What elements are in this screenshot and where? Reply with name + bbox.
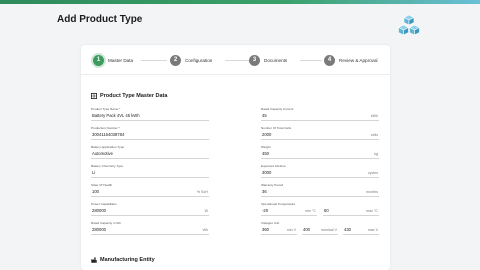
field-unit: nominal V xyxy=(321,228,337,232)
operational-temperature-max-input[interactable]: 60 max °C xyxy=(323,206,379,216)
warranty-period-field: Warranty Period 36 months xyxy=(261,183,379,198)
step-documents[interactable]: 3 Documents xyxy=(249,54,287,66)
step-number: 2 xyxy=(170,54,181,66)
voltage-max-input[interactable]: 430 max V xyxy=(343,225,379,235)
field-value: 30041164038784 xyxy=(92,132,125,137)
wizard-stepper: 1 Master Data 2 Configuration 3 Document… xyxy=(81,45,390,75)
voltages-unit-field: Voltages Unit 360 min V 400 nominal V 43… xyxy=(261,221,379,236)
battery-chemistry-type-input[interactable]: Li xyxy=(91,168,209,178)
step-configuration[interactable]: 2 Configuration xyxy=(170,54,212,66)
field-value: 2000 xyxy=(262,132,272,137)
top-accent-bar xyxy=(0,0,480,4)
state-of-health-input[interactable]: 100 % SoH xyxy=(91,187,209,197)
field-value: 400 xyxy=(303,227,310,232)
page-title: Add Product Type xyxy=(57,14,143,25)
field-value: 450 xyxy=(262,151,269,156)
step-connector xyxy=(141,60,167,61)
field-value: 360 xyxy=(262,227,269,232)
field-unit: months xyxy=(366,190,378,194)
battery-application-type-input[interactable]: Automotive xyxy=(91,149,209,159)
step-label: Master Data xyxy=(108,57,134,63)
state-of-health-field: State Of Health 100 % SoH xyxy=(91,183,209,198)
step-label: Configuration xyxy=(185,57,213,63)
field-unit: max V xyxy=(367,228,378,232)
field-unit: min °C xyxy=(305,209,316,213)
factory-icon xyxy=(91,257,97,263)
field-unit: W xyxy=(204,209,208,213)
section-title-text: Manufacturing Entity xyxy=(100,257,155,263)
step-review-approval[interactable]: 4 Review & Approval xyxy=(324,54,378,66)
field-value: Automotive xyxy=(92,151,113,156)
voltage-nominal-input[interactable]: 400 nominal V xyxy=(302,225,338,235)
step-number: 3 xyxy=(249,54,260,66)
product-type-name-field: Product Type Name * Battery Pack 4VL 45 … xyxy=(91,107,209,122)
step-label: Documents xyxy=(264,57,288,63)
field-unit: cycles xyxy=(368,171,378,175)
battery-chemistry-type-field: Battery Chemistry Type Li xyxy=(91,164,209,179)
production-number-field: Production Number * 30041164038784 xyxy=(91,126,209,141)
field-value: 36 xyxy=(262,189,267,194)
expected-lifetime-field: Expected Lifetime 3000 cycles xyxy=(261,164,379,179)
step-label: Review & Approval xyxy=(339,57,378,63)
manufacturing-section-title: Manufacturing Entity xyxy=(91,257,155,263)
step-master-data[interactable]: 1 Master Data xyxy=(93,54,133,66)
number-of-total-cells-field: Number Of Total Cells 2000 cells xyxy=(261,126,379,141)
grid-icon xyxy=(91,93,97,99)
step-number: 4 xyxy=(324,54,335,66)
field-unit: kg xyxy=(374,152,378,156)
weight-input[interactable]: 450 kg xyxy=(261,149,379,159)
rated-capacity-current-field: Rated Capacity Current 45 kWh xyxy=(261,107,379,122)
product-type-name-input[interactable]: Battery Pack 4VL 45 kWh xyxy=(91,111,209,121)
field-value: Battery Pack 4VL 45 kWh xyxy=(92,113,140,118)
field-value: 45 xyxy=(262,113,267,118)
voltage-min-input[interactable]: 360 min V xyxy=(261,225,297,235)
power-capabilities-field: Power Capabilities 280000 W xyxy=(91,202,209,217)
master-data-section-title: Product Type Master Data xyxy=(91,93,167,99)
field-value: Li xyxy=(92,170,96,175)
field-unit: kWh xyxy=(370,114,378,118)
production-number-input[interactable]: 30041164038784 xyxy=(91,130,209,140)
section-title-text: Product Type Master Data xyxy=(100,93,168,99)
field-unit: min V xyxy=(286,228,296,232)
expected-lifetime-input[interactable]: 3000 cycles xyxy=(261,168,379,178)
number-of-total-cells-input[interactable]: 2000 cells xyxy=(261,130,379,140)
field-value: -20 xyxy=(262,208,269,213)
rated-capacity-field: Rated Capacity in Wh 280000 Wh xyxy=(91,221,209,236)
operational-temperature-min-input[interactable]: -20 min °C xyxy=(261,206,317,216)
field-unit: cells xyxy=(370,133,378,137)
field-unit: % SoH xyxy=(196,190,208,194)
warranty-period-input[interactable]: 36 months xyxy=(261,187,379,197)
step-number: 1 xyxy=(93,54,104,66)
field-unit: Wh xyxy=(202,228,208,232)
field-value: 280000 xyxy=(92,227,106,232)
field-value: 280000 xyxy=(92,208,106,213)
operational-temperature-field: Operational Temperature -20 min °C 60 ma… xyxy=(261,202,379,217)
field-value: 100 xyxy=(92,189,99,194)
power-capabilities-input[interactable]: 280000 W xyxy=(91,206,209,216)
field-unit: max °C xyxy=(366,209,378,213)
product-type-form-card: 1 Master Data 2 Configuration 3 Document… xyxy=(81,45,390,270)
battery-application-type-field: Battery Application Type Automotive xyxy=(91,145,209,160)
weight-field: Weight 450 kg xyxy=(261,145,379,160)
step-connector xyxy=(300,60,322,61)
field-value: 60 xyxy=(324,208,329,213)
field-value: 3000 xyxy=(262,170,272,175)
cubes-icon xyxy=(397,14,421,36)
rated-capacity-current-input[interactable]: 45 kWh xyxy=(261,111,379,121)
step-connector xyxy=(225,60,249,61)
rated-capacity-input[interactable]: 280000 Wh xyxy=(91,225,209,235)
field-value: 430 xyxy=(344,227,351,232)
